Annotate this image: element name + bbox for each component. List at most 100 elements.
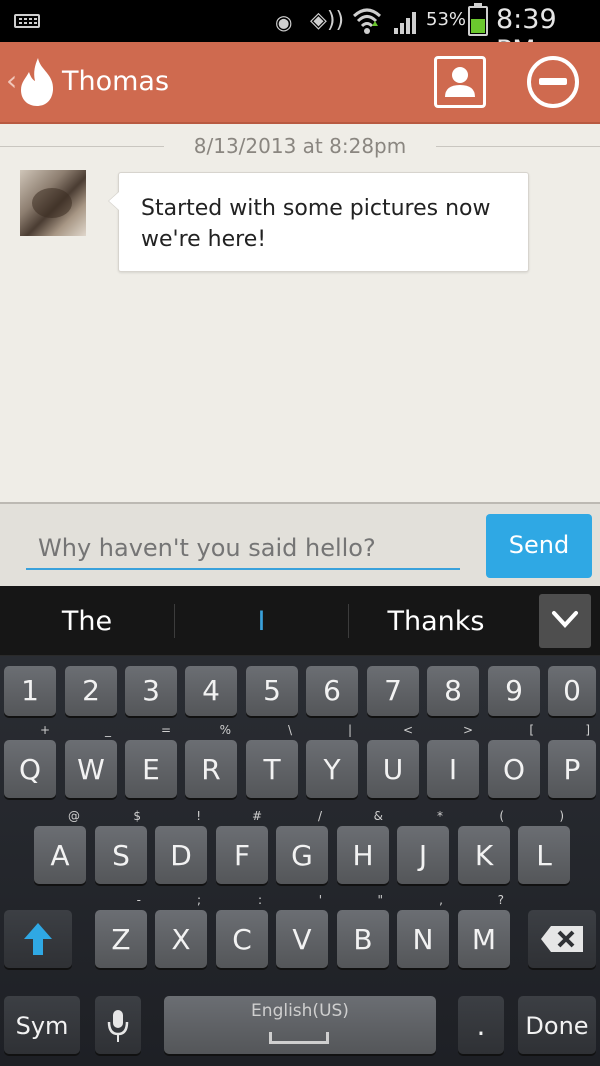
microphone-icon xyxy=(107,1010,129,1042)
message-text: Started with some pictures now we're her… xyxy=(141,196,491,252)
key-a[interactable]: @ A xyxy=(34,810,86,884)
key-alt: # xyxy=(251,809,262,823)
signal-icon xyxy=(394,12,416,34)
key-f[interactable]: # F xyxy=(216,810,268,884)
key-u[interactable]: < U xyxy=(367,724,419,798)
message-input[interactable] xyxy=(26,518,460,570)
flame-logo-icon[interactable] xyxy=(18,56,56,108)
key-alt: _ xyxy=(105,723,111,737)
key-5[interactable]: 5 xyxy=(246,666,298,716)
key-label: Z xyxy=(111,923,131,956)
key-label: O xyxy=(502,753,526,786)
key-alt: ] xyxy=(585,723,590,737)
key-label: X xyxy=(171,923,191,956)
key-alt: ; xyxy=(196,893,201,907)
key-y[interactable]: | Y xyxy=(306,724,358,798)
key-x[interactable]: ; X xyxy=(155,894,207,968)
key-z[interactable]: -Z xyxy=(95,894,147,968)
avatar[interactable] xyxy=(20,170,86,236)
key-label: L xyxy=(536,839,552,872)
key-6[interactable]: 6 xyxy=(306,666,358,716)
space-key[interactable]: English(US) xyxy=(164,996,436,1054)
person-icon xyxy=(445,67,475,97)
key-w[interactable]: _ W xyxy=(65,724,117,798)
app-header: ‹ Thomas xyxy=(0,42,600,124)
message-bubble: Started with some pictures now we're her… xyxy=(108,172,529,272)
key-4[interactable]: 4 xyxy=(185,666,237,716)
sym-key[interactable]: Sym xyxy=(4,996,80,1054)
key-c[interactable]: :C xyxy=(216,894,268,968)
key-label: V xyxy=(292,923,312,956)
key-alt: + xyxy=(39,723,50,737)
key-label: Q xyxy=(18,753,42,786)
key-alt: ? xyxy=(497,893,504,907)
backspace-key[interactable] xyxy=(528,910,596,968)
suggestion-left[interactable]: The xyxy=(0,606,174,637)
key-8[interactable]: 8 xyxy=(427,666,479,716)
key-t[interactable]: \ T xyxy=(246,724,298,798)
key-label: K xyxy=(474,839,494,872)
backspace-icon xyxy=(541,926,583,952)
key-7[interactable]: 7 xyxy=(367,666,419,716)
divider-line xyxy=(436,146,600,147)
keyboard: 1 2 3 4 5 6 7 8 9 0 + Q _ W = E % R \ T | Y < U… xyxy=(0,656,600,1066)
key-label: J xyxy=(418,839,428,872)
key-l[interactable]: ) L xyxy=(518,810,570,884)
send-button[interactable]: Send xyxy=(486,514,592,578)
key-1[interactable]: 1 xyxy=(4,666,56,716)
collapse-suggestions-button[interactable] xyxy=(539,594,591,648)
suggestion-middle[interactable]: I xyxy=(175,606,348,637)
key-i[interactable]: > I xyxy=(427,724,479,798)
key-alt: ( xyxy=(499,809,504,823)
back-icon[interactable]: ‹ xyxy=(6,64,17,97)
key-2[interactable]: 2 xyxy=(65,666,117,716)
key-alt: = xyxy=(160,723,171,737)
key-label: N xyxy=(412,923,434,956)
battery-percent: 53% xyxy=(426,9,467,30)
key-alt: @ xyxy=(68,809,80,823)
key-q[interactable]: + Q xyxy=(4,724,56,798)
key-j[interactable]: * J xyxy=(397,810,449,884)
voice-input-key[interactable] xyxy=(95,996,141,1054)
done-key[interactable]: Done xyxy=(518,996,596,1054)
unmatch-button[interactable] xyxy=(527,56,579,108)
key-alt: " xyxy=(377,893,383,907)
key-0[interactable]: 0 xyxy=(548,666,596,716)
chat-area[interactable]: 8/13/2013 at 8:28pm Started with some pi… xyxy=(0,124,600,502)
key-label: G xyxy=(291,839,313,872)
key-alt: ' xyxy=(318,893,322,907)
key-m[interactable]: ? M xyxy=(458,894,510,968)
key-h[interactable]: & H xyxy=(337,810,389,884)
key-k[interactable]: (K xyxy=(458,810,510,884)
match-name[interactable]: Thomas xyxy=(62,66,169,97)
key-label: R xyxy=(201,753,221,786)
key-alt: < xyxy=(402,723,413,737)
key-alt: [ xyxy=(529,723,534,737)
suggestion-right[interactable]: Thanks xyxy=(349,606,523,637)
key-b[interactable]: " B xyxy=(337,894,389,968)
battery-icon xyxy=(468,3,488,36)
key-alt: $ xyxy=(133,809,141,823)
key-alt: : xyxy=(257,893,262,907)
key-9[interactable]: 9 xyxy=(488,666,540,716)
key-v[interactable]: ' V xyxy=(276,894,328,968)
key-p[interactable]: ] P xyxy=(548,724,596,798)
key-o[interactable]: [O xyxy=(488,724,540,798)
key-n[interactable]: ,N xyxy=(397,894,449,968)
key-alt: , xyxy=(439,893,443,907)
key-e[interactable]: = E xyxy=(125,724,177,798)
key-label: I xyxy=(448,753,458,786)
key-alt: % xyxy=(219,723,231,737)
key-r[interactable]: % R xyxy=(185,724,237,798)
key-alt: - xyxy=(136,893,141,907)
wifi-icon xyxy=(352,8,382,34)
key-s[interactable]: $ S xyxy=(95,810,147,884)
key-3[interactable]: 3 xyxy=(125,666,177,716)
view-profile-button[interactable] xyxy=(434,56,486,108)
shift-key[interactable] xyxy=(4,910,72,968)
period-key[interactable]: . xyxy=(458,996,504,1054)
minus-icon xyxy=(539,78,567,85)
key-label: F xyxy=(233,839,251,872)
key-d[interactable]: ! D xyxy=(155,810,207,884)
key-g[interactable]: / G xyxy=(276,810,328,884)
